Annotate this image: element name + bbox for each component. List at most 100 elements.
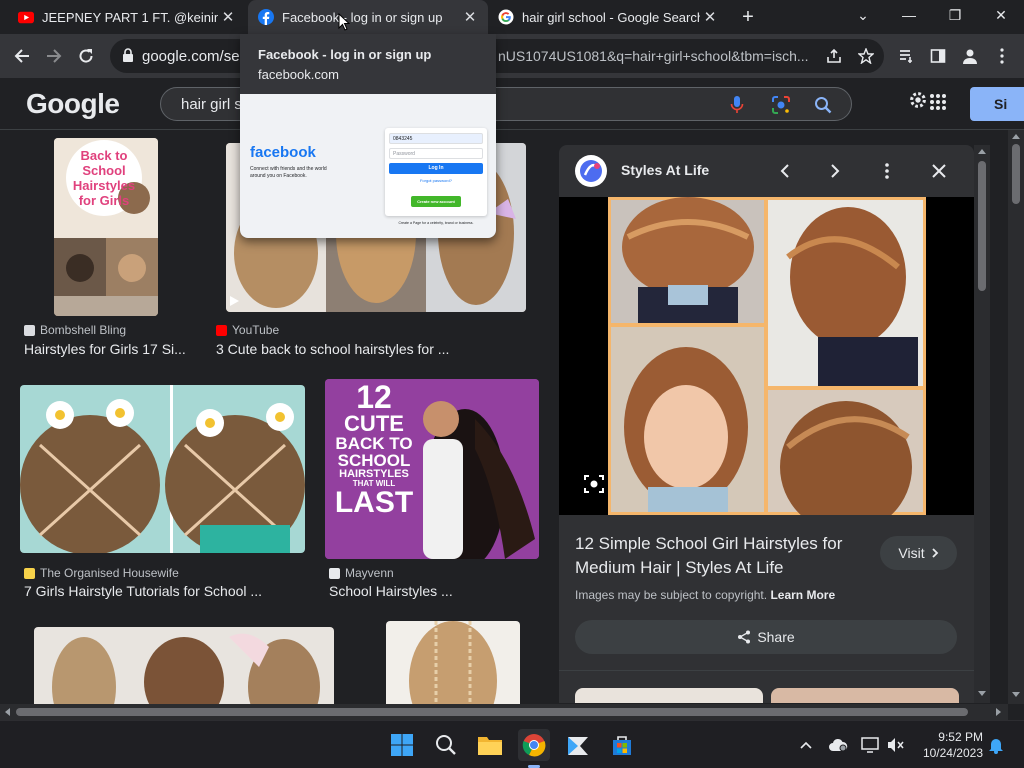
learn-more-link[interactable]: Learn More xyxy=(770,588,835,602)
apps-grid-icon[interactable] xyxy=(928,92,948,112)
panel-scrollbar[interactable] xyxy=(974,145,990,703)
preview-image[interactable] xyxy=(608,197,926,533)
next-image-button[interactable] xyxy=(825,161,845,181)
result-caption[interactable]: School Hairstyles ... xyxy=(329,583,539,599)
result-caption[interactable]: Hairstyles for Girls 17 Si... xyxy=(24,341,194,357)
scroll-right-arrow-icon[interactable] xyxy=(996,708,1001,716)
tab-search-dropdown-icon[interactable]: ⌄ xyxy=(840,0,886,30)
site-favicon-icon xyxy=(24,567,35,579)
scroll-down-arrow-icon[interactable] xyxy=(978,691,986,696)
horizontal-scroll-thumb[interactable] xyxy=(16,708,968,716)
login-button: Log In xyxy=(389,163,483,174)
preview-title-line: Medium Hair | Styles At Life xyxy=(575,558,784,577)
sign-in-button[interactable]: Si xyxy=(970,87,1024,121)
thumb-text: LAST xyxy=(334,486,414,519)
result-thumbnail[interactable] xyxy=(386,621,520,704)
settings-gear-icon[interactable] xyxy=(908,90,928,110)
forward-button[interactable] xyxy=(40,42,68,70)
close-window-button[interactable]: ✕ xyxy=(978,0,1024,30)
show-hidden-icons-chevron-up-icon[interactable] xyxy=(796,735,816,755)
visit-label: Visit xyxy=(898,545,925,561)
lens-search-image-icon[interactable] xyxy=(583,473,605,495)
close-preview-button[interactable] xyxy=(929,161,949,181)
file-explorer-button[interactable] xyxy=(474,729,506,761)
bookmark-star-icon[interactable] xyxy=(856,46,876,66)
scroll-up-arrow-icon[interactable] xyxy=(978,149,986,154)
start-button[interactable] xyxy=(386,729,418,761)
result-caption[interactable]: 3 Cute back to school hairstyles for ... xyxy=(216,341,516,357)
page-vertical-scrollbar[interactable] xyxy=(1008,130,1024,704)
google-logo[interactable]: Google xyxy=(26,88,120,120)
browser-toolbar: google.com/sea nUS1074US1081&q=hair+girl… xyxy=(0,34,1024,78)
vertical-scroll-thumb[interactable] xyxy=(1012,144,1020,204)
result-thumbnail[interactable]: Back to School Hairstyles for Girls xyxy=(54,138,158,316)
related-image-thumbnail[interactable] xyxy=(771,688,959,703)
thumb-text: 12 xyxy=(356,379,392,415)
search-icon[interactable] xyxy=(813,95,833,115)
new-tab-button[interactable]: + xyxy=(736,5,760,29)
tab-close-icon[interactable]: ✕ xyxy=(218,7,238,27)
taskbar-search-button[interactable] xyxy=(430,729,462,761)
volume-muted-icon[interactable] xyxy=(886,735,906,755)
tab-title: JEEPNEY PART 1 FT. @keinine | Pu xyxy=(42,9,218,25)
scroll-left-arrow-icon[interactable] xyxy=(5,708,10,716)
preview-title[interactable]: 12 Simple School Girl Hairstyles for Med… xyxy=(575,532,875,580)
windows-taskbar: 9:52 PM 10/24/2023 xyxy=(0,720,1024,768)
result-caption[interactable]: 7 Girls Hairstyle Tutorials for School .… xyxy=(24,583,304,599)
panel-scroll-thumb[interactable] xyxy=(978,161,986,291)
create-account-button: Create new account xyxy=(411,196,461,207)
tab-close-icon[interactable]: ✕ xyxy=(700,7,720,27)
result-thumbnail[interactable] xyxy=(20,385,305,553)
back-button[interactable] xyxy=(8,42,36,70)
reload-button[interactable] xyxy=(72,42,100,70)
address-bar[interactable]: google.com/sea nUS1074US1081&q=hair+girl… xyxy=(110,39,884,73)
search-icon xyxy=(436,735,456,755)
chrome-taskbar-button[interactable] xyxy=(518,729,550,768)
result-thumbnail[interactable]: 12 CUTE BACK TO SCHOOL HAIRSTYLES THAT W… xyxy=(325,379,539,559)
previous-image-button[interactable] xyxy=(775,161,795,181)
restore-button[interactable]: ❐ xyxy=(932,0,978,30)
google-lens-icon[interactable] xyxy=(771,95,791,115)
tab-google-search[interactable]: hair girl school - Google Search ✕ xyxy=(488,0,728,34)
tab-facebook[interactable]: Facebook - log in or sign up ✕ xyxy=(248,0,488,34)
tab-close-icon[interactable]: ✕ xyxy=(460,7,480,27)
facebook-tagline: Connect with friends and the world aroun… xyxy=(250,166,327,179)
onedrive-cloud-icon[interactable] xyxy=(828,735,848,755)
more-menu-icon[interactable] xyxy=(992,46,1012,66)
result-thumbnail[interactable] xyxy=(34,627,334,704)
preview-site-name[interactable]: Styles At Life xyxy=(621,162,709,178)
share-page-icon[interactable] xyxy=(824,46,844,66)
tab-strip: JEEPNEY PART 1 FT. @keinine | Pu ✕ Faceb… xyxy=(0,0,1024,34)
copyright-text: Images may be subject to copyright. xyxy=(575,588,768,602)
create-page-note: Create a Page for a celebrity, brand or … xyxy=(398,221,474,225)
microsoft-store-button[interactable] xyxy=(606,729,638,761)
reading-list-icon[interactable] xyxy=(896,46,916,66)
profile-avatar-icon[interactable] xyxy=(960,46,980,66)
page-horizontal-scrollbar[interactable] xyxy=(0,704,1008,720)
chevron-left-icon xyxy=(780,164,789,178)
preview-more-button[interactable] xyxy=(877,161,897,181)
system-clock[interactable]: 9:52 PM 10/24/2023 xyxy=(915,729,983,761)
side-panel-icon[interactable] xyxy=(928,46,948,66)
share-button[interactable]: Share xyxy=(575,620,957,654)
related-image-thumbnail[interactable] xyxy=(575,688,763,703)
capcut-app-button[interactable] xyxy=(562,729,594,761)
thumb-text: School xyxy=(82,163,126,178)
scroll-up-arrow-icon[interactable] xyxy=(1012,134,1020,139)
clock-date: 10/24/2023 xyxy=(922,746,983,760)
result-source: Mayvenn xyxy=(329,566,394,580)
notifications-bell-icon[interactable] xyxy=(986,735,1006,755)
facebook-icon xyxy=(258,9,274,25)
source-label: Bombshell Bling xyxy=(40,323,127,337)
visit-button[interactable]: Visit xyxy=(880,536,957,570)
thumb-text: Back to xyxy=(80,148,128,163)
youtube-favicon-icon xyxy=(216,324,227,336)
display-settings-icon[interactable] xyxy=(860,735,880,755)
scroll-down-arrow-icon[interactable] xyxy=(1012,692,1020,697)
store-icon xyxy=(613,736,631,755)
preview-header: Styles At Life xyxy=(559,145,974,197)
tab-youtube[interactable]: JEEPNEY PART 1 FT. @keinine | Pu ✕ xyxy=(8,0,246,34)
site-logo-icon[interactable] xyxy=(575,155,607,187)
minimize-button[interactable]: — xyxy=(886,0,932,30)
microphone-icon[interactable] xyxy=(727,95,747,115)
